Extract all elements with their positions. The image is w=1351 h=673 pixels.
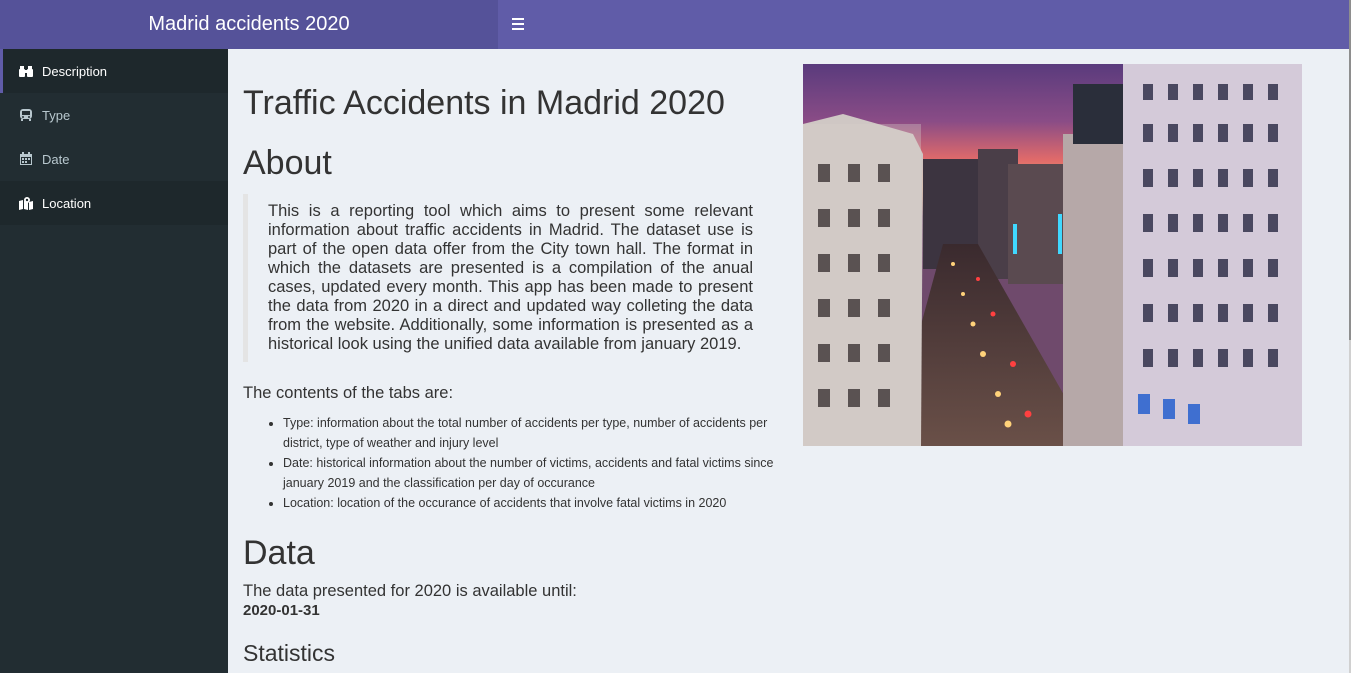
sidebar-item-location[interactable]: Location [0,181,228,225]
madrid-city-photo [803,64,1302,446]
tabs-intro-text: The contents of the tabs are: [243,384,454,402]
app-brand[interactable]: Madrid accidents 2020 [0,0,498,49]
sidebar-item-label: Type [42,107,71,123]
about-blockquote: This is a reporting tool which aims to p… [243,194,753,362]
list-item: Date: historical information about the n… [283,453,798,493]
sidebar-item-label: Location [42,195,92,211]
sidebar-item-date[interactable]: Date [0,137,228,181]
sidebar-toggle-button[interactable] [512,15,526,33]
data-availability-date: 2020-01-31 [243,602,320,619]
list-item: Type: information about the total number… [283,413,798,453]
list-item: Location: location of the occurance of a… [283,493,798,513]
binoculars-icon [19,64,33,78]
sidebar-item-description[interactable]: Description [0,49,228,93]
data-heading: Data [243,534,315,572]
about-heading: About [243,144,332,182]
sidebar-item-label: Date [42,151,70,167]
tabs-description-list: Type: information about the total number… [243,413,798,513]
page-title: Traffic Accidents in Madrid 2020 [243,84,725,122]
data-availability-text: The data presented for 2020 is available… [243,582,577,600]
calendar-icon [19,152,33,166]
top-navbar [498,0,1349,49]
sidebar-item-label: Description [42,63,108,79]
sidebar-item-type[interactable]: Type [0,93,228,137]
bars-icon [512,18,524,20]
sidebar: Description Type Date Location [0,49,228,673]
brand-title: Madrid accidents 2020 [148,13,350,35]
statistics-heading: Statistics [243,640,336,666]
bus-icon [19,108,33,122]
map-marked-icon [19,196,33,210]
